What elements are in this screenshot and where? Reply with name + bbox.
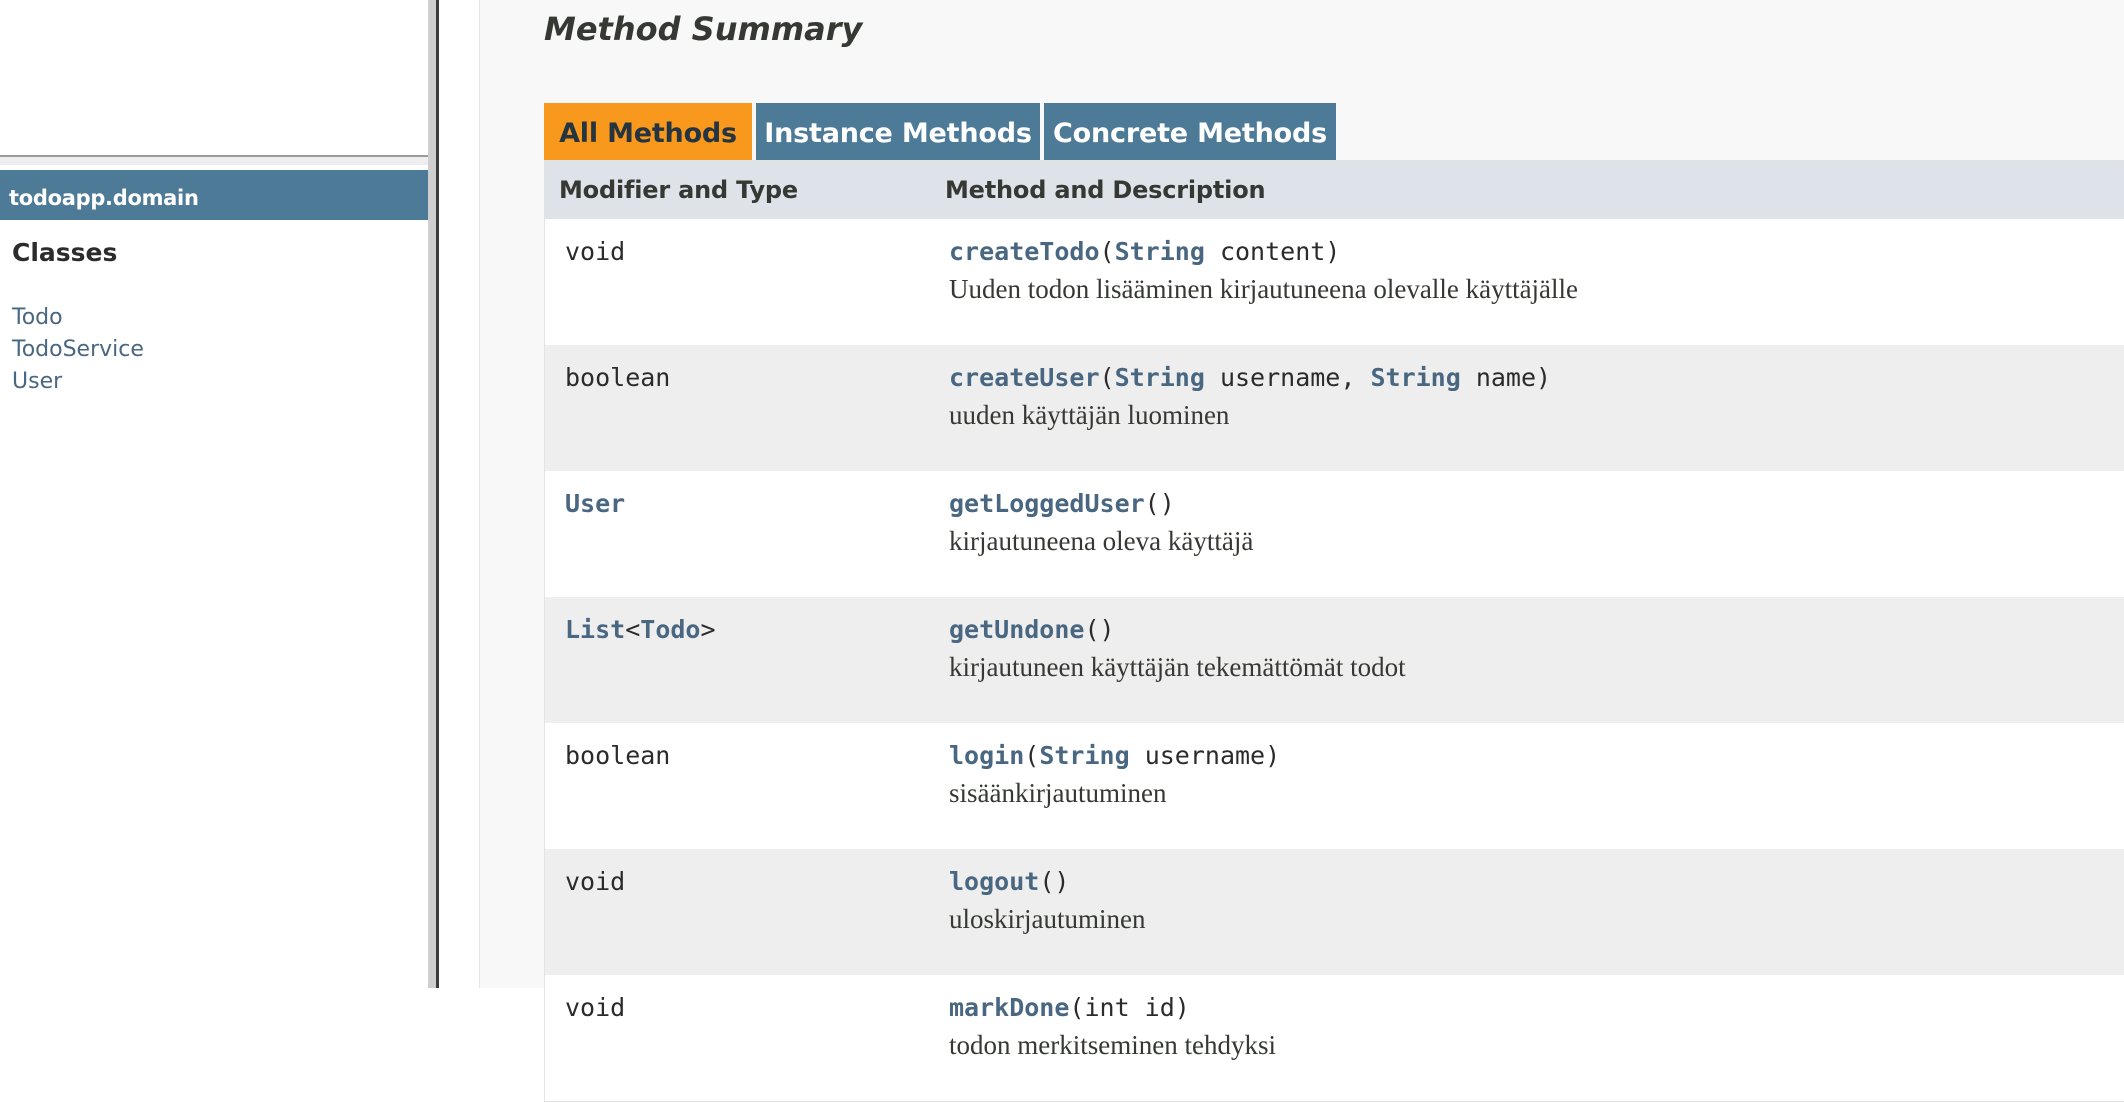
method-link-getloggeduser[interactable]: getLoggedUser [949,489,1145,518]
signature-params: () [1084,615,1114,644]
type-link-todo[interactable]: Todo [640,615,700,644]
return-type: boolean [545,723,946,849]
return-type: User [545,471,946,597]
method-cell: getLoggedUser() kirjautuneena oleva käyt… [945,471,2124,597]
return-type: void [545,219,946,345]
table-row: void markDone(int id) todon merkitsemine… [545,975,2124,1102]
method-description: uloskirjautuminen [949,904,2124,935]
left-navigation-frame: todoapp.domain Classes Todo TodoService … [0,0,428,988]
method-summary-block: Method Summary All Methods Instance Meth… [479,0,2124,988]
method-link-createuser[interactable]: createUser [949,363,1100,392]
signature-paren: ( [1024,741,1039,770]
method-link-createtodo[interactable]: createTodo [949,237,1100,266]
signature-params: username, [1205,363,1371,392]
table-row: boolean createUser(String username, Stri… [545,345,2124,471]
table-row: void logout() uloskirjautuminen [545,849,2124,975]
method-cell: login(String username) sisäänkirjautumin… [945,723,2124,849]
method-signature: getLoggedUser() [949,489,2124,518]
package-list-pane [0,0,428,155]
type-link-user[interactable]: User [565,489,625,518]
section-title: Method Summary [544,10,862,48]
method-signature: createUser(String username, String name) [949,363,2124,392]
table-row: List<Todo> getUndone() kirjautuneen käyt… [545,597,2124,723]
method-cell: getUndone() kirjautuneen käyttäjän tekem… [945,597,2124,723]
signature-params: (int id) [1069,993,1189,1022]
method-link-login[interactable]: login [949,741,1024,770]
method-signature: createTodo(String content) [949,237,2124,266]
method-description: kirjautuneena oleva käyttäjä [949,526,2124,557]
method-link-markdone[interactable]: markDone [949,993,1069,1022]
class-list: Todo TodoService User [12,302,144,398]
return-type: void [545,975,946,1102]
type-link-list[interactable]: List [565,615,625,644]
signature-params: () [1145,489,1175,518]
method-link-getundone[interactable]: getUndone [949,615,1084,644]
method-cell: logout() uloskirjautuminen [945,849,2124,975]
method-description: sisäänkirjautuminen [949,778,2124,809]
method-signature: login(String username) [949,741,2124,770]
method-description: uuden käyttäjän luominen [949,400,2124,431]
table-row: void createTodo(String content) Uuden to… [545,219,2124,345]
param-type-link[interactable]: String [1370,363,1460,392]
package-title[interactable]: todoapp.domain [0,170,428,220]
tab-concrete-methods[interactable]: Concrete Methods [1044,103,1336,160]
method-link-logout[interactable]: logout [949,867,1039,896]
generic-close: > [701,615,716,644]
table-row: User getLoggedUser() kirjautuneena oleva… [545,471,2124,597]
return-type: void [545,849,946,975]
method-signature: logout() [949,867,2124,896]
param-type-link[interactable]: String [1039,741,1129,770]
generic-open: < [625,615,640,644]
column-header-method-description: Method and Description [945,161,2124,220]
classes-heading: Classes [12,238,117,267]
signature-paren: ( [1100,363,1115,392]
tab-all-methods[interactable]: All Methods [544,103,752,160]
param-type-link[interactable]: String [1115,363,1205,392]
method-cell: markDone(int id) todon merkitseminen teh… [945,975,2124,1102]
class-link-todoservice[interactable]: TodoService [12,334,144,366]
return-type: boolean [545,345,946,471]
signature-params: username) [1130,741,1281,770]
method-cell: createTodo(String content) Uuden todon l… [945,219,2124,345]
method-description: kirjautuneen käyttäjän tekemättömät todo… [949,652,2124,683]
signature-params: name) [1461,363,1551,392]
method-description: todon merkitseminen tehdyksi [949,1030,2124,1061]
class-detail-frame: Method Summary All Methods Instance Meth… [439,0,2124,988]
signature-paren: ( [1100,237,1115,266]
table-header-row: Modifier and Type Method and Description [545,161,2124,220]
param-type-link[interactable]: String [1115,237,1205,266]
tab-instance-methods[interactable]: Instance Methods [756,103,1040,160]
return-type: List<Todo> [545,597,946,723]
method-description: Uuden todon lisääminen kirjautuneena ole… [949,274,2124,305]
method-signature: getUndone() [949,615,2124,644]
method-summary-table: Modifier and Type Method and Description… [544,160,2124,1102]
signature-params: () [1039,867,1069,896]
frame-divider[interactable] [0,155,428,165]
class-link-user[interactable]: User [12,366,144,398]
method-signature: markDone(int id) [949,993,2124,1022]
method-cell: createUser(String username, String name)… [945,345,2124,471]
column-header-modifier-type: Modifier and Type [545,161,946,220]
class-link-todo[interactable]: Todo [12,302,144,334]
table-row: boolean login(String username) sisäänkir… [545,723,2124,849]
signature-params: content) [1205,237,1340,266]
